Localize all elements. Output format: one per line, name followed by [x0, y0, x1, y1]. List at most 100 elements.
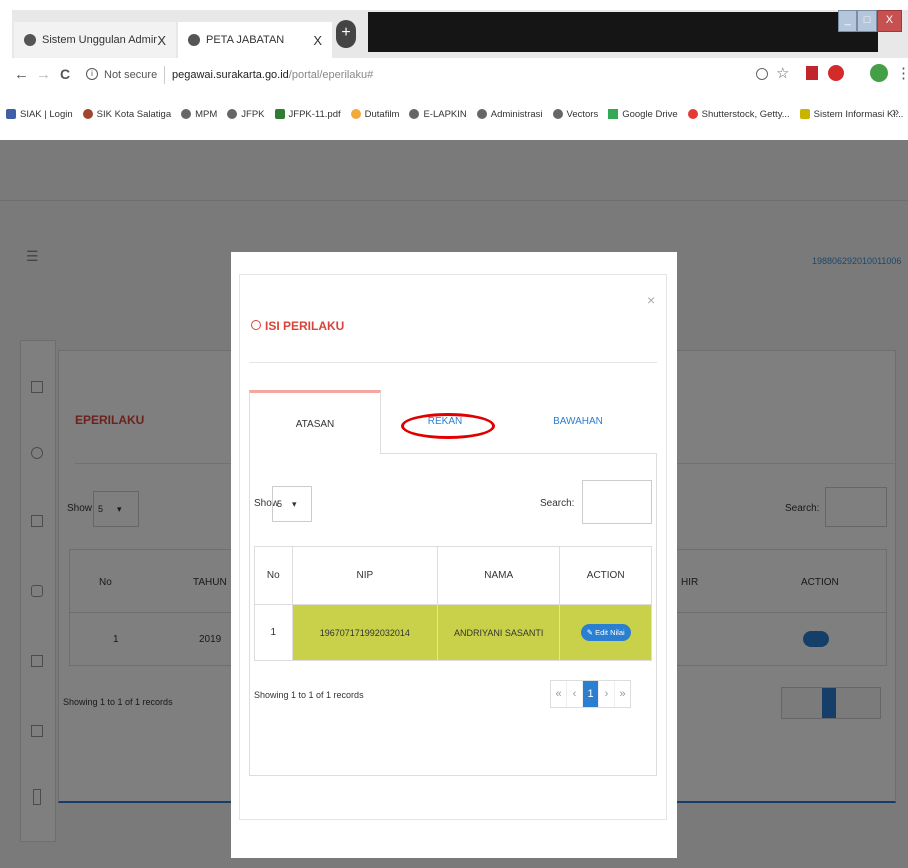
column-header-action[interactable]: ACTION — [559, 546, 652, 605]
maximize-button[interactable]: □ — [857, 10, 877, 32]
page-last-button[interactable]: » — [615, 681, 630, 707]
bookmark-icon — [350, 109, 361, 119]
security-label: Not secure — [104, 69, 158, 81]
bookmark-label: Vectors — [566, 108, 599, 120]
bookmark-dutafilm[interactable]: Dutafilm — [350, 108, 400, 120]
divider — [249, 362, 657, 363]
star-icon[interactable]: ☆ — [776, 64, 789, 82]
bookmark-label: SIAK | Login — [20, 108, 73, 120]
tab-title: Sistem Unggulan Administrasi Ke — [42, 34, 158, 46]
table-row: 1 196707171992032014 ANDRIYANI SASANTI ✎… — [254, 604, 652, 661]
page-1-button[interactable]: 1 — [583, 681, 599, 707]
back-button[interactable]: ← — [14, 66, 29, 83]
file-icon — [274, 109, 285, 119]
chevron-down-icon: ▾ — [292, 499, 297, 509]
forward-button[interactable]: → — [36, 66, 51, 83]
bookmark-icon — [6, 109, 16, 119]
bookmark-jfpk-pdf[interactable]: JFPK-11.pdf — [274, 108, 341, 120]
omnibox[interactable]: i Not secure pegawai.surakarta.go.id/por… — [82, 62, 814, 90]
bookmark-sistem-informasi[interactable]: Sistem Informasi Ki... — [799, 108, 904, 120]
modal-title: ISI PERILAKU — [265, 319, 345, 333]
globe-icon — [24, 34, 36, 46]
page-first-button[interactable]: « — [551, 681, 567, 707]
bookmark-label: Shutterstock, Getty... — [701, 108, 790, 120]
globe-icon — [476, 109, 487, 119]
tab-close-icon[interactable]: X — [313, 33, 322, 48]
data-table: No NIP NAMA ACTION 1 196707171992032014 … — [254, 546, 652, 661]
close-window-button[interactable]: X — [876, 10, 903, 32]
bookmark-mpm[interactable]: MPM — [181, 109, 217, 120]
modal-dialog: × ISI PERILAKU ATASAN REKAN BAWAHAN Show… — [231, 252, 677, 858]
table-footer-info: Showing 1 to 1 of 1 records — [254, 690, 364, 700]
tab-atasan[interactable]: ATASAN — [249, 390, 381, 454]
tab-bawahan[interactable]: BAWAHAN — [533, 416, 623, 427]
more-bookmarks-button[interactable]: » — [892, 104, 899, 119]
divider — [164, 66, 165, 84]
bookmark-label: SIK Kota Salatiga — [96, 108, 172, 120]
show-select-value: 5 — [277, 499, 283, 509]
row-nama: ANDRIYANI SASANTI — [437, 604, 561, 661]
bookmark-icon — [799, 109, 810, 119]
reload-button[interactable]: C — [60, 66, 70, 82]
redacted-area — [368, 12, 878, 52]
bookmark-siak[interactable]: SIAK | Login — [6, 109, 73, 120]
bookmark-google-drive[interactable]: Google Drive — [608, 108, 678, 120]
column-header-nama[interactable]: NAMA — [437, 546, 561, 605]
bookmark-label: Administrasi — [490, 108, 543, 120]
red-circle-annotation — [401, 413, 495, 439]
globe-icon — [552, 109, 563, 119]
bookmark-shutterstock[interactable]: Shutterstock, Getty... — [687, 108, 790, 120]
bookmark-icon — [82, 109, 93, 119]
bookmark-label: JFPK — [241, 108, 265, 120]
bookmark-sik-salatiga[interactable]: SIK Kota Salatiga — [82, 108, 172, 120]
bookmark-label: MPM — [195, 108, 218, 120]
new-tab-button[interactable]: + — [336, 20, 356, 48]
bookmark-label: E-LAPKIN — [423, 108, 467, 120]
bookmark-jfpk[interactable]: JFPK — [227, 108, 265, 120]
edit-nilai-button[interactable]: ✎ Edit Nilai — [580, 624, 631, 641]
row-nip: 196707171992032014 — [291, 604, 439, 661]
search-label: Search: — [540, 498, 575, 509]
column-header-no[interactable]: No — [254, 546, 293, 605]
search-input[interactable] — [582, 480, 652, 524]
url-host: pegawai.surakarta.go.id — [172, 69, 289, 81]
edit-nilai-label: Edit Nilai — [595, 628, 625, 637]
show-select[interactable]: 5▾ — [272, 486, 312, 522]
info-icon[interactable]: i — [86, 68, 98, 80]
page-next-button[interactable]: › — [599, 681, 615, 707]
tab-close-icon[interactable]: X — [157, 33, 166, 48]
window-controls: _ □ X — [838, 10, 903, 32]
row-action-cell: ✎ Edit Nilai — [559, 604, 652, 661]
globe-icon — [227, 109, 238, 119]
profile-avatar[interactable] — [870, 64, 888, 82]
globe-icon — [181, 109, 192, 119]
bookmark-vectors[interactable]: Vectors — [552, 108, 599, 120]
adblock-icon[interactable] — [828, 65, 844, 81]
bookmark-administrasi[interactable]: Administrasi — [476, 108, 543, 120]
menu-icon[interactable]: ⋮ — [896, 64, 908, 82]
row-no: 1 — [254, 604, 293, 661]
bookmarks-bar: SIAK | Login SIK Kota Salatiga MPM JFPK … — [0, 94, 908, 134]
bookmark-label: Sistem Informasi Ki... — [813, 108, 904, 120]
url-path: /portal/eperilaku# — [288, 69, 374, 81]
page-prev-button[interactable]: ‹ — [567, 681, 583, 707]
tab-atasan-label: ATASAN — [295, 419, 335, 430]
browser-tab-siak[interactable]: Sistem Unggulan Administrasi Ke X — [14, 22, 176, 58]
globe-icon — [409, 109, 420, 119]
globe-icon — [188, 34, 200, 46]
browser-tab-peta-jabatan[interactable]: PETA JABATAN X — [178, 22, 332, 58]
minimize-button[interactable]: _ — [838, 10, 858, 32]
bookmark-label: Google Drive — [622, 108, 678, 120]
modal-close-button[interactable]: × — [647, 292, 655, 308]
drive-icon — [608, 109, 619, 119]
bookmark-label: Dutafilm — [364, 108, 400, 120]
bookmark-icon — [687, 109, 698, 119]
bookmark-label: JFPK-11.pdf — [288, 108, 341, 120]
pagination[interactable]: « ‹ 1 › » — [550, 680, 631, 708]
tab-title: PETA JABATAN — [206, 34, 285, 46]
zoom-icon[interactable] — [756, 68, 768, 80]
bookmark-e-lapkin[interactable]: E-LAPKIN — [409, 108, 467, 120]
tab-content: Show 5 ▾ Search: No NIP NAMA ACTION 1 196… — [249, 454, 657, 776]
pdf-extension-icon[interactable] — [806, 66, 818, 80]
column-header-nip[interactable]: NIP — [291, 546, 439, 605]
